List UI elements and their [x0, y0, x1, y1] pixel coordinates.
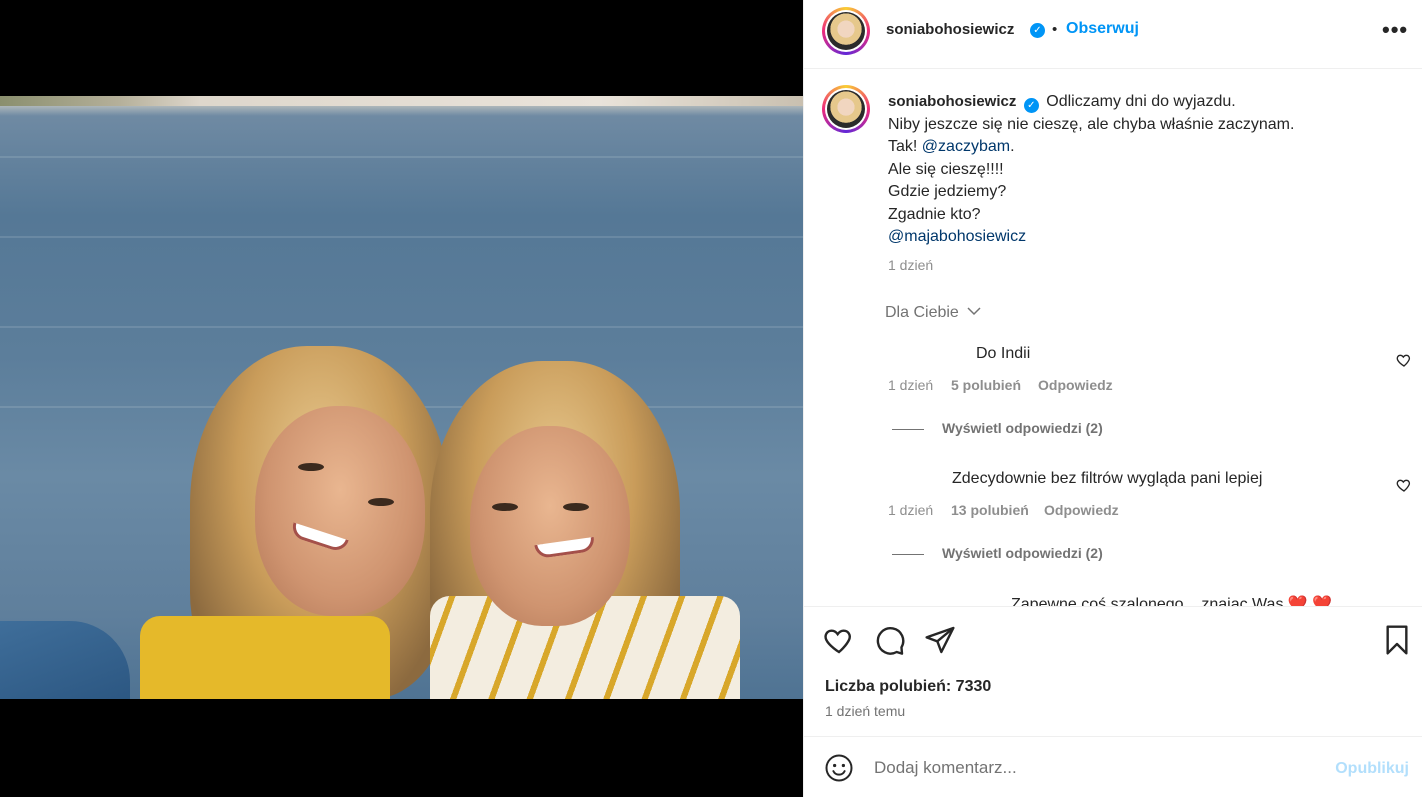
- post-caption: soniabohosiewicz ✓ Odliczamy dni do wyja…: [888, 91, 1388, 249]
- caption-text: Tak!: [888, 138, 922, 155]
- water-ripple: [0, 326, 803, 328]
- caption-timestamp[interactable]: 1 dzień: [888, 257, 933, 273]
- post-comment-button[interactable]: Opublikuj: [1335, 760, 1409, 778]
- separator-dot: •: [1052, 21, 1058, 38]
- comment-text: Zapewne coś szalonego... znając Was ❤️ ❤…: [1011, 596, 1333, 606]
- comment-text: Do Indii: [976, 345, 1031, 362]
- divider-line: [892, 428, 924, 430]
- post-header: soniabohosiewicz ✓ • Obserwuj •••: [804, 0, 1422, 69]
- view-replies-button[interactable]: Wyświetl odpowiedzi (2): [892, 420, 1103, 436]
- sort-dropdown[interactable]: Dla Ciebie: [885, 304, 981, 322]
- caption-text: .: [1010, 138, 1015, 155]
- eye: [368, 498, 394, 506]
- bookmark-icon[interactable]: [1381, 624, 1413, 656]
- water-ripple: [0, 236, 803, 238]
- emoji-icon[interactable]: [824, 753, 854, 783]
- comment-text: Zdecydownie bez filtrów wygląda pani lep…: [952, 470, 1263, 487]
- post-actions: Liczba polubień: 7330 1 dzień temu: [804, 606, 1422, 736]
- verified-badge-icon: ✓: [1023, 98, 1039, 113]
- divider-line: [892, 553, 924, 555]
- eye: [563, 503, 589, 511]
- author-username[interactable]: soniabohosiewicz: [886, 21, 1014, 38]
- person-left-face: [255, 406, 425, 616]
- sort-label: Dla Ciebie: [885, 304, 959, 321]
- shoreline: [0, 96, 803, 106]
- eye: [492, 503, 518, 511]
- post-side-panel: soniabohosiewicz ✓ • Obserwuj ••• soniab…: [803, 0, 1422, 797]
- comment-input[interactable]: [874, 756, 1314, 780]
- instagram-post-modal: soniabohosiewicz ✓ • Obserwuj ••• soniab…: [0, 0, 1422, 797]
- reply-button[interactable]: Odpowiedz: [1038, 377, 1113, 393]
- heart-icon[interactable]: [1396, 352, 1412, 368]
- reply-button[interactable]: Odpowiedz: [1044, 502, 1119, 518]
- add-comment-form: Opublikuj: [804, 736, 1422, 797]
- comment-likes[interactable]: 13 polubień: [951, 502, 1029, 518]
- comments-scroll-area[interactable]: soniabohosiewicz ✓ Odliczamy dni do wyja…: [804, 69, 1422, 606]
- like-count[interactable]: Liczba polubień: 7330: [825, 678, 991, 696]
- author-avatar[interactable]: [822, 7, 870, 55]
- boat-edge: [0, 621, 130, 699]
- caption-line: Ale się cieszę!!!!: [888, 160, 1004, 178]
- comment-likes[interactable]: 5 polubień: [951, 377, 1021, 393]
- follow-button[interactable]: Obserwuj: [1066, 20, 1139, 38]
- person-right-face: [470, 426, 630, 626]
- caption-line: Odliczamy dni do wyjazdu.: [1046, 93, 1236, 110]
- comment-icon[interactable]: [874, 624, 906, 656]
- caption-author-avatar[interactable]: [822, 85, 870, 133]
- caption-line: Gdzie jedziemy?: [888, 183, 1007, 200]
- caption-line: Niby jeszcze się nie cieszę, ale chyba w…: [888, 115, 1295, 133]
- person-left-top: [140, 616, 390, 699]
- post-photo[interactable]: [0, 96, 803, 699]
- heart-icon[interactable]: [823, 624, 855, 656]
- verified-badge-icon: ✓: [1030, 23, 1045, 38]
- caption-line: Zgadnie kto?: [888, 205, 981, 223]
- caption-username[interactable]: soniabohosiewicz: [888, 93, 1016, 110]
- heart-icon[interactable]: [1396, 477, 1412, 493]
- view-replies-label: Wyświetl odpowiedzi (2): [942, 545, 1103, 561]
- post-media: [0, 0, 803, 797]
- mention-link[interactable]: @majabohosiewicz: [888, 226, 1388, 249]
- more-options-icon[interactable]: •••: [1382, 17, 1408, 43]
- view-replies-label: Wyświetl odpowiedzi (2): [942, 420, 1103, 436]
- send-icon[interactable]: [924, 624, 956, 656]
- mention-link[interactable]: @zaczybam: [922, 138, 1010, 155]
- chevron-down-icon: [967, 307, 981, 316]
- eye: [298, 463, 324, 471]
- view-replies-button[interactable]: Wyświetl odpowiedzi (2): [892, 545, 1103, 561]
- post-timestamp[interactable]: 1 dzień temu: [825, 703, 905, 719]
- comment-timestamp[interactable]: 1 dzień: [888, 377, 933, 393]
- comment-timestamp[interactable]: 1 dzień: [888, 502, 933, 518]
- water-ripple: [0, 156, 803, 158]
